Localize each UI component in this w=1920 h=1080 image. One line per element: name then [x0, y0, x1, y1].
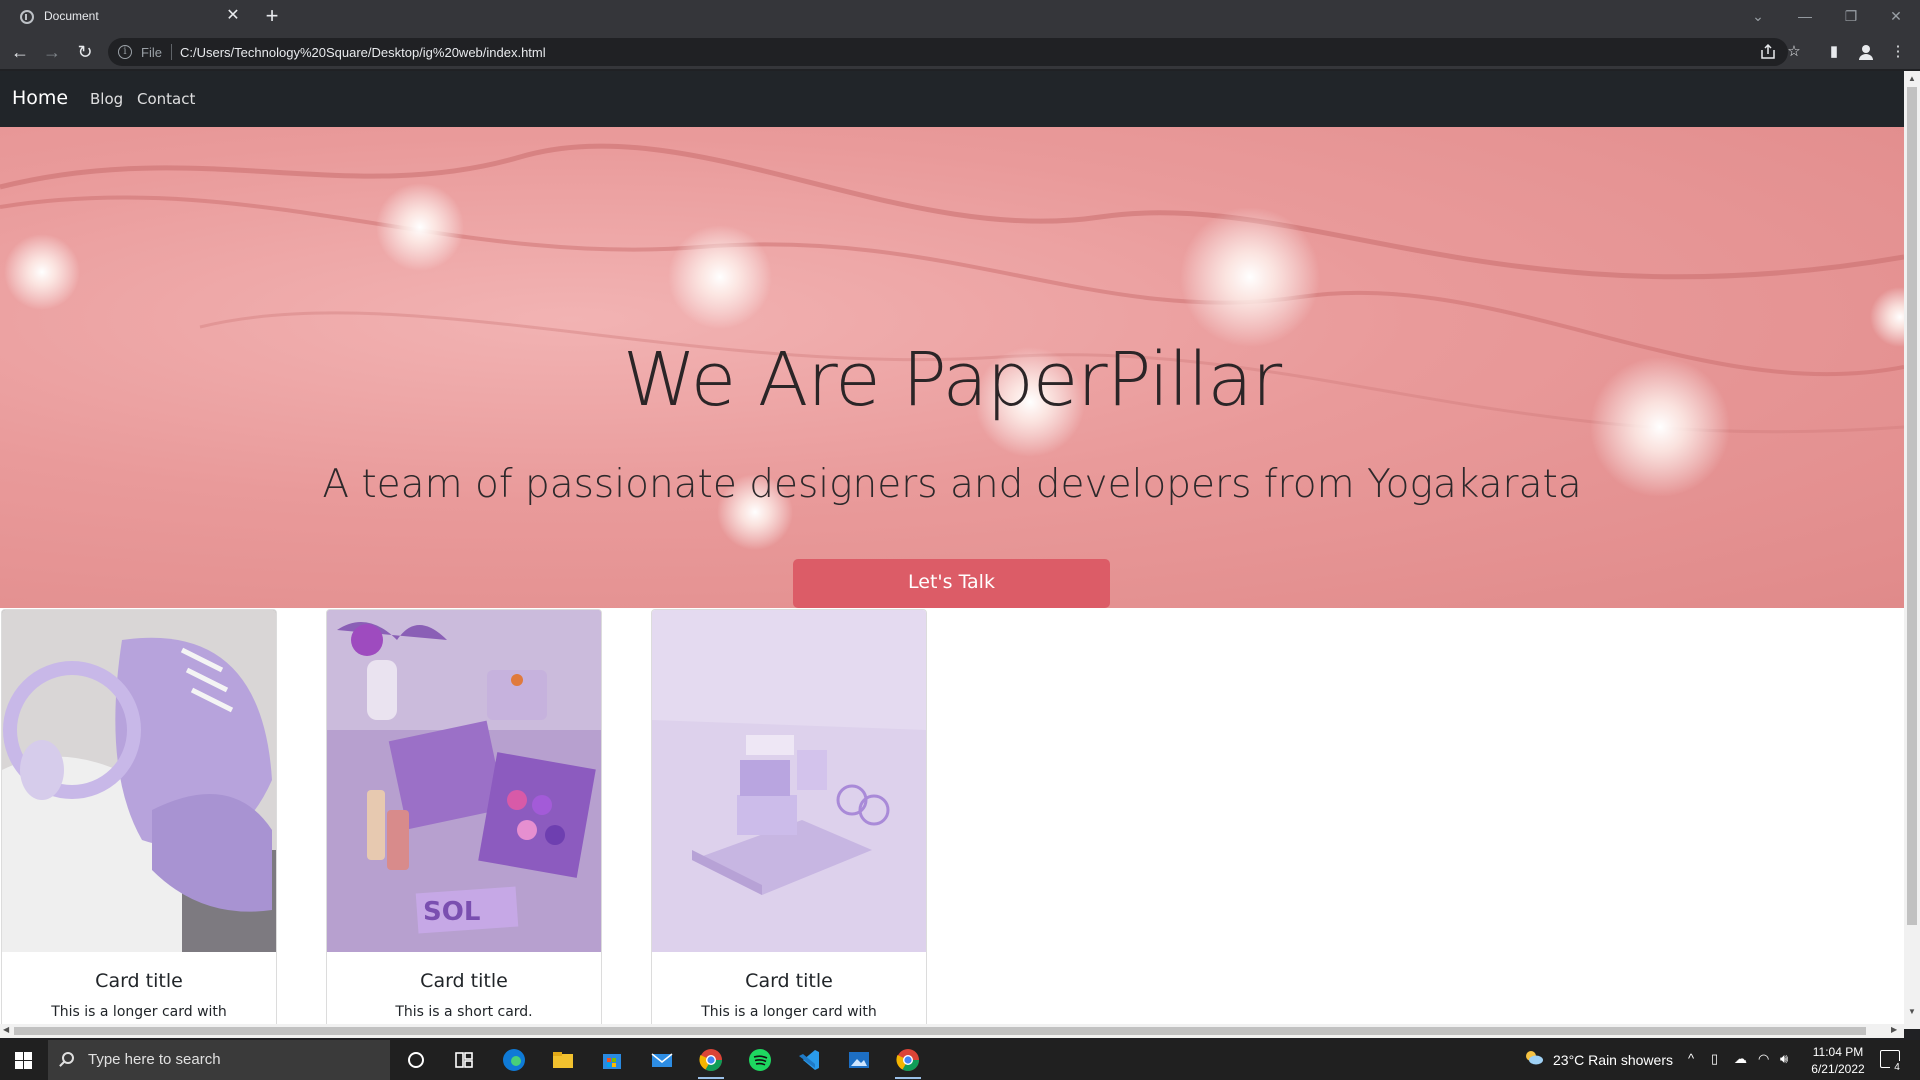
horizontal-scrollbar[interactable]: ◀ ▶	[0, 1024, 1904, 1038]
card: SOL Card title This is a short card.	[326, 609, 602, 1029]
device-icon[interactable]: ▯	[1711, 1051, 1718, 1067]
horizontal-scroll-thumb[interactable]	[14, 1027, 1866, 1035]
card-text: This is a longer card with	[701, 1004, 877, 1020]
photos-icon[interactable]	[845, 1046, 873, 1074]
address-bar[interactable]: i File C:/Users/Technology%20Square/Desk…	[108, 38, 1788, 66]
page-viewport: Home Blog Contact We Are PaperPillar A t…	[0, 71, 1920, 1029]
vertical-scroll-thumb[interactable]	[1907, 87, 1917, 925]
chrome-icon[interactable]	[697, 1046, 725, 1074]
address-divider	[171, 44, 172, 60]
hero-subtitle: A team of passionate designers and devel…	[322, 462, 1582, 507]
card: Card title This is a longer card with	[651, 609, 927, 1029]
bookmark-star-icon[interactable]: ☆	[1784, 42, 1804, 62]
notification-count-badge: 4	[1890, 1061, 1904, 1075]
search-placeholder: Type here to search	[88, 1051, 221, 1068]
info-icon[interactable]: i	[118, 45, 132, 59]
tab-search-chevron-icon[interactable]: ⌄	[1743, 6, 1773, 26]
weather-text[interactable]: 23°C Rain showers	[1553, 1052, 1673, 1068]
minimize-button[interactable]: —	[1790, 6, 1820, 26]
side-panel-icon[interactable]: ▮	[1824, 42, 1844, 62]
taskbar-search-box[interactable]: Type here to search	[48, 1040, 390, 1080]
windows-logo-pane	[24, 1061, 32, 1069]
hero-title: We Are PaperPillar	[622, 337, 1282, 423]
spotify-icon[interactable]	[746, 1046, 774, 1074]
restore-button[interactable]: ❐	[1836, 6, 1866, 26]
window-close-button[interactable]: ✕	[1881, 6, 1911, 26]
volume-icon[interactable]: 🔊︎	[1780, 1051, 1788, 1067]
scheme-label: File	[141, 45, 162, 60]
scroll-up-arrow-icon[interactable]: ▲	[1908, 74, 1916, 83]
forward-button[interactable]: →	[40, 40, 64, 64]
card-text: This is a longer card with	[51, 1004, 227, 1020]
show-hidden-icons-chevron-icon[interactable]: ^	[1688, 1051, 1694, 1066]
new-tab-button[interactable]: +	[260, 4, 284, 28]
chrome-alt-icon[interactable]	[894, 1046, 922, 1074]
site-navbar: Home Blog Contact	[0, 71, 1904, 127]
windows-logo-pane	[15, 1061, 23, 1069]
lets-talk-button[interactable]: Let's Talk	[793, 559, 1110, 608]
svg-text:SOL: SOL	[423, 897, 480, 927]
navbar-brand-home[interactable]: Home	[12, 87, 68, 109]
start-button[interactable]	[0, 1040, 46, 1080]
card-title: Card title	[95, 970, 183, 992]
task-view-icon[interactable]	[450, 1046, 478, 1074]
search-icon	[62, 1052, 74, 1064]
profile-icon[interactable]	[1856, 42, 1876, 62]
active-app-indicator	[895, 1077, 921, 1079]
wifi-icon[interactable]: ◠	[1758, 1051, 1769, 1067]
tab-strip: Document ✕ + ⌄ — ❐ ✕	[0, 0, 1920, 34]
card-text: This is a short card.	[395, 1004, 533, 1020]
card-image-sneakers	[2, 610, 276, 952]
scroll-left-arrow-icon[interactable]: ◀	[3, 1025, 9, 1034]
card: Card title This is a longer card with	[1, 609, 277, 1029]
card-image-product	[652, 610, 926, 952]
vertical-scrollbar[interactable]: ▲ ▼	[1904, 71, 1920, 1029]
vscode-icon[interactable]	[795, 1046, 823, 1074]
onedrive-cloud-icon[interactable]: ☁	[1734, 1051, 1747, 1067]
store-icon[interactable]	[598, 1046, 626, 1074]
rain-cloud-icon[interactable]	[1524, 1050, 1544, 1066]
card-title: Card title	[745, 970, 833, 992]
windows-logo-icon	[15, 1052, 23, 1060]
taskbar: Type here to search 23°C Rain showers ^ …	[0, 1040, 1920, 1080]
tab-close-button[interactable]: ✕	[223, 6, 243, 26]
menu-kebab-icon[interactable]: ⋮	[1888, 42, 1908, 62]
mail-icon[interactable]	[648, 1046, 676, 1074]
hero-section: We Are PaperPillar A team of passionate …	[0, 127, 1904, 608]
cortana-icon[interactable]	[402, 1046, 430, 1074]
nav-link-contact[interactable]: Contact	[137, 90, 195, 108]
globe-icon	[20, 10, 34, 24]
back-button[interactable]: ←	[8, 40, 32, 64]
card-title: Card title	[420, 970, 508, 992]
browser-toolbar: ← → ↻ i File C:/Users/Technology%20Squar…	[0, 34, 1920, 70]
card-image-cosmetics: SOL	[327, 610, 601, 952]
edge-icon[interactable]	[500, 1046, 528, 1074]
scroll-down-arrow-icon[interactable]: ▼	[1908, 1007, 1916, 1016]
clock-date[interactable]: 6/21/2022	[1806, 1062, 1870, 1076]
windows-logo-pane	[24, 1052, 32, 1060]
clock-time[interactable]: 11:04 PM	[1808, 1045, 1868, 1059]
file-explorer-icon[interactable]	[549, 1046, 577, 1074]
tab-document[interactable]: Document ✕	[8, 0, 248, 34]
share-icon[interactable]	[1758, 42, 1778, 62]
tab-title: Document	[44, 9, 99, 23]
active-app-indicator	[698, 1077, 724, 1079]
url-text[interactable]: C:/Users/Technology%20Square/Desktop/ig%…	[180, 45, 546, 60]
reload-button[interactable]: ↻	[73, 40, 97, 64]
scroll-right-arrow-icon[interactable]: ▶	[1891, 1025, 1897, 1034]
nav-link-blog[interactable]: Blog	[90, 90, 123, 108]
